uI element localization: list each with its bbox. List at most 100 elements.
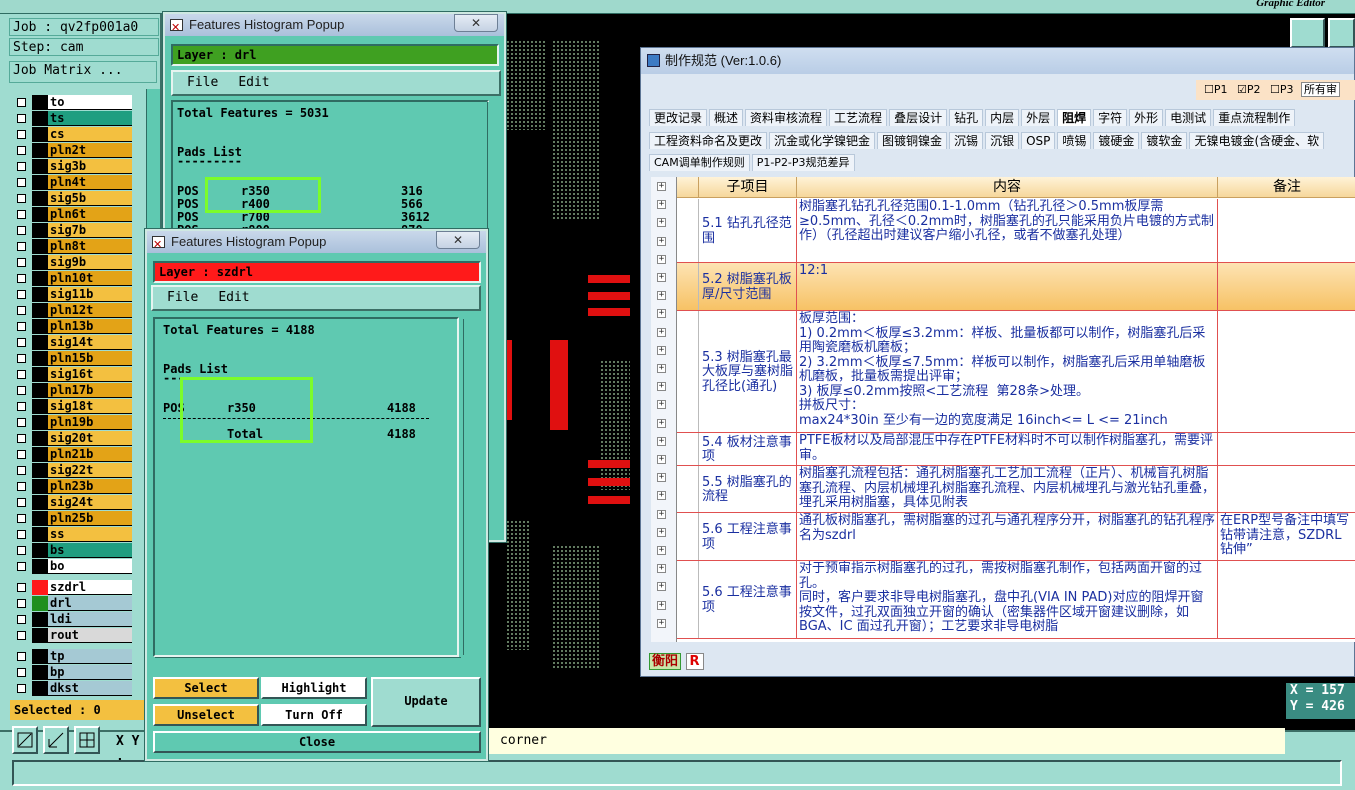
layer-checkbox[interactable] bbox=[17, 530, 26, 539]
tab-7[interactable]: 内层 bbox=[985, 109, 1020, 126]
tab-1[interactable]: 更改记录 bbox=[649, 109, 708, 126]
close-button[interactable]: Close bbox=[153, 731, 481, 753]
layer-checkbox[interactable] bbox=[17, 418, 26, 427]
layer-row[interactable]: pln6t bbox=[14, 207, 132, 222]
expand-icon[interactable]: + bbox=[657, 254, 666, 264]
command-line[interactable] bbox=[12, 760, 1342, 786]
tab-4[interactable]: 工艺流程 bbox=[829, 109, 888, 126]
measure-icon[interactable] bbox=[43, 726, 69, 754]
tab-11[interactable]: 外形 bbox=[1129, 109, 1164, 126]
layer-checkbox[interactable] bbox=[17, 274, 26, 283]
layer-row[interactable]: bo bbox=[14, 559, 132, 574]
row-selector[interactable] bbox=[677, 466, 699, 512]
layer-row[interactable]: sig7b bbox=[14, 223, 132, 238]
tab-1[interactable]: CAM调单制作规则 bbox=[649, 154, 750, 171]
tab-10[interactable]: 字符 bbox=[1093, 109, 1128, 126]
row-selector[interactable] bbox=[677, 311, 699, 432]
layer-row[interactable]: sig11b bbox=[14, 287, 132, 302]
table-row[interactable]: 5.5 树脂塞孔的流程 树脂塞孔流程包括：通孔树脂塞孔工艺加工流程（正片）、机械盲… bbox=[677, 466, 1355, 513]
menu-file[interactable]: File bbox=[187, 75, 218, 90]
tab-7[interactable]: 喷锡 bbox=[1057, 132, 1092, 149]
footer-tab-r[interactable]: R bbox=[685, 653, 704, 670]
table-row[interactable]: 5.3 树脂塞孔最大板厚与塞树脂孔径比(通孔) 板厚范围： 1) 0.2mm＜板厚… bbox=[677, 311, 1355, 433]
layer-row[interactable]: sig3b bbox=[14, 159, 132, 174]
layer-checkbox[interactable] bbox=[17, 306, 26, 315]
expand-icon[interactable]: + bbox=[657, 236, 666, 246]
layer-row[interactable]: ldi bbox=[14, 612, 132, 627]
row-selector[interactable] bbox=[677, 199, 699, 262]
table-row[interactable]: 5.6 工程注意事项 对于预审指示树脂塞孔的过孔，需按树脂塞孔制作，包括两面开窗的… bbox=[677, 561, 1355, 639]
layer-row[interactable]: pln17b bbox=[14, 383, 132, 398]
layer-row[interactable]: pln19b bbox=[14, 415, 132, 430]
unselect-button[interactable]: Unselect bbox=[153, 704, 259, 726]
layer-row[interactable]: sig9b bbox=[14, 255, 132, 270]
table-row[interactable]: 5.2 树脂塞孔板厚/尺寸范围 12:1 bbox=[677, 263, 1355, 311]
vertical-scrollbar[interactable] bbox=[463, 319, 477, 655]
layer-checkbox[interactable] bbox=[17, 290, 26, 299]
expand-icon[interactable]: + bbox=[657, 436, 666, 446]
layer-checkbox[interactable] bbox=[17, 482, 26, 491]
expand-icon[interactable]: + bbox=[657, 382, 666, 392]
layer-row[interactable]: sig5b bbox=[14, 191, 132, 206]
layer-checkbox[interactable] bbox=[17, 242, 26, 251]
expand-icon[interactable]: + bbox=[657, 345, 666, 355]
layer-checkbox[interactable] bbox=[17, 354, 26, 363]
layer-row[interactable]: sig16t bbox=[14, 367, 132, 382]
tab-2[interactable]: 沉金或化学镍钯金 bbox=[769, 132, 876, 149]
layer-checkbox[interactable] bbox=[17, 514, 26, 523]
tab-2[interactable]: 概述 bbox=[709, 109, 744, 126]
menu-edit[interactable]: Edit bbox=[238, 75, 269, 90]
vertical-scrollbar[interactable] bbox=[487, 102, 501, 528]
expand-icon[interactable]: + bbox=[657, 509, 666, 519]
tab-6[interactable]: OSP bbox=[1021, 132, 1056, 149]
tab-10[interactable]: 无镍电镀金(含硬金、软 bbox=[1189, 132, 1325, 149]
layer-checkbox[interactable] bbox=[17, 599, 26, 608]
row-selector[interactable] bbox=[677, 263, 699, 310]
close-window-button[interactable]: ✕ bbox=[454, 14, 498, 32]
expand-icon[interactable]: + bbox=[657, 546, 666, 555]
layer-checkbox[interactable] bbox=[17, 114, 26, 123]
expand-icon[interactable]: + bbox=[657, 400, 666, 410]
footer-tab-hengyang[interactable]: 衡阳 bbox=[649, 653, 682, 670]
layer-row[interactable]: pln8t bbox=[14, 239, 132, 254]
tab-6[interactable]: 钻孔 bbox=[949, 109, 984, 126]
layer-checkbox[interactable] bbox=[17, 178, 26, 187]
tab-9[interactable]: 阻焊 bbox=[1057, 109, 1092, 126]
layer-row[interactable]: sig18t bbox=[14, 399, 132, 414]
close-window-button[interactable]: ✕ bbox=[436, 231, 480, 249]
expand-icon[interactable]: + bbox=[657, 364, 666, 373]
expand-icon[interactable]: + bbox=[657, 291, 666, 301]
horizontal-scrollbar[interactable] bbox=[155, 657, 461, 669]
tab-2[interactable]: P1-P2-P3规范差异 bbox=[751, 154, 855, 171]
expand-icon[interactable]: + bbox=[657, 491, 666, 501]
layer-checkbox[interactable] bbox=[17, 631, 26, 640]
layer-checkbox[interactable] bbox=[17, 258, 26, 267]
turn-off-button[interactable]: Turn Off bbox=[261, 704, 367, 726]
expand-icon[interactable]: + bbox=[657, 473, 666, 483]
layer-row[interactable]: tp bbox=[14, 649, 132, 664]
layer-checkbox[interactable] bbox=[17, 546, 26, 555]
layer-row[interactable]: pln2t bbox=[14, 143, 132, 158]
layer-checkbox[interactable] bbox=[17, 338, 26, 347]
tab-8[interactable]: 镀硬金 bbox=[1093, 132, 1140, 149]
layer-row[interactable]: bp bbox=[14, 665, 132, 680]
expand-icon[interactable]: + bbox=[657, 218, 666, 228]
layer-row[interactable]: sig22t bbox=[14, 463, 132, 478]
p1-checkbox[interactable]: ☐ bbox=[1204, 83, 1214, 96]
layer-checkbox[interactable] bbox=[17, 210, 26, 219]
expand-icon[interactable]: + bbox=[657, 309, 666, 319]
layer-checkbox[interactable] bbox=[17, 226, 26, 235]
zoom-area-icon[interactable] bbox=[12, 726, 38, 754]
menu-file[interactable]: File bbox=[167, 290, 198, 305]
table-row[interactable]: 5.1 钻孔孔径范围 树脂塞孔钻孔孔径范围0.1-1.0mm（钻孔孔径＞0.5mm… bbox=[677, 199, 1355, 263]
grid-icon[interactable] bbox=[74, 726, 100, 754]
tab-5[interactable]: 沉银 bbox=[985, 132, 1020, 149]
expand-icon[interactable]: + bbox=[657, 600, 666, 610]
layer-row[interactable]: drl bbox=[14, 596, 132, 611]
highlight-button[interactable]: Highlight bbox=[261, 677, 367, 699]
histogram-list[interactable]: Total Features = 4188 Pads List --------… bbox=[153, 317, 459, 657]
expand-icon[interactable]: + bbox=[657, 564, 666, 574]
tab-4[interactable]: 沉锡 bbox=[949, 132, 984, 149]
row-selector[interactable] bbox=[677, 513, 699, 560]
layer-checkbox[interactable] bbox=[17, 162, 26, 171]
